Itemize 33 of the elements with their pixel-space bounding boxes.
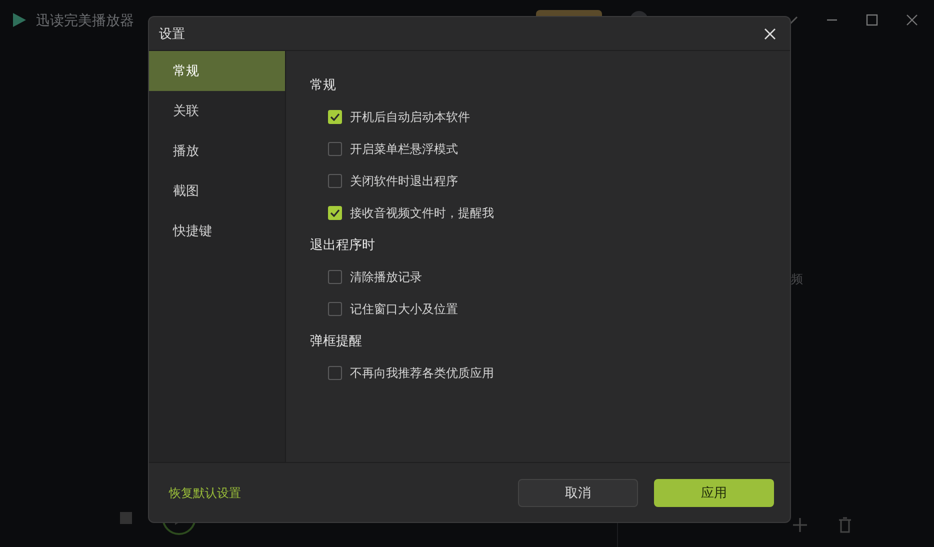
checkbox[interactable]: [328, 174, 342, 188]
dialog-title: 设置: [159, 24, 185, 43]
option-label: 开启菜单栏悬浮模式: [350, 141, 458, 158]
option-label: 清除播放记录: [350, 269, 422, 286]
option-label: 关闭软件时退出程序: [350, 173, 458, 190]
section-heading: 常规: [310, 76, 336, 94]
close-icon[interactable]: [906, 14, 918, 26]
reset-defaults-link[interactable]: 恢复默认设置: [169, 484, 241, 502]
app-title: 迅读完美播放器: [36, 10, 134, 30]
sidebar-tab[interactable]: 截图: [149, 171, 285, 211]
trash-icon[interactable]: [838, 517, 852, 533]
maximize-icon[interactable]: [866, 14, 878, 26]
checkbox[interactable]: [328, 142, 342, 156]
checkbox[interactable]: [328, 110, 342, 124]
option-label: 记住窗口大小及位置: [350, 301, 458, 318]
cancel-button[interactable]: 取消: [518, 478, 638, 506]
checkbox[interactable]: [328, 302, 342, 316]
logo-icon: [10, 11, 28, 29]
section-heading: 弹框提醒: [310, 332, 362, 350]
plus-icon[interactable]: [792, 517, 808, 533]
option-label: 接收音视频文件时，提醒我: [350, 205, 494, 222]
checkbox[interactable]: [328, 206, 342, 220]
sidebar-tab[interactable]: 快捷键: [149, 211, 285, 251]
option-label: 开机后自动启动本软件: [350, 109, 470, 126]
side-text: 频: [791, 270, 803, 288]
apply-button[interactable]: 应用: [654, 478, 774, 506]
sidebar-tab[interactable]: 播放: [149, 131, 285, 171]
option-label: 不再向我推荐各类优质应用: [350, 365, 494, 382]
sidebar-tab[interactable]: 常规: [149, 51, 285, 91]
checkbox[interactable]: [328, 366, 342, 380]
sidebar-tab[interactable]: 关联: [149, 91, 285, 131]
section-heading: 退出程序时: [310, 236, 375, 254]
checkbox[interactable]: [328, 270, 342, 284]
